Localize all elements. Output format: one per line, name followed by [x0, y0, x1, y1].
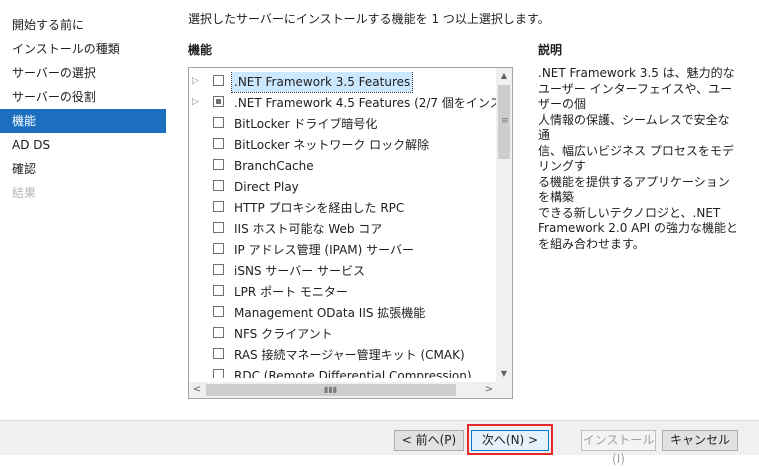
feature-row[interactable]: BitLocker ネットワーク ロック解除 — [189, 135, 497, 155]
feature-checkbox[interactable] — [213, 180, 224, 191]
feature-label: iSNS サーバー サービス — [234, 264, 366, 278]
feature-checkbox[interactable] — [213, 222, 224, 233]
feature-label: HTTP プロキシを経由した RPC — [234, 201, 405, 215]
scroll-left-arrow-icon[interactable]: < — [189, 382, 205, 398]
features-rows: ▷ .NET Framework 3.5 Features ▷ .NET Framew… — [189, 72, 497, 378]
horizontal-scrollbar[interactable]: < ▮▮▮ > — [189, 382, 497, 398]
feature-label: IP アドレス管理 (IPAM) サーバー — [234, 243, 415, 257]
scroll-right-arrow-icon[interactable]: > — [481, 382, 497, 398]
feature-label: .NET Framework 3.5 Features — [230, 72, 414, 93]
scrollbar-corner — [496, 382, 512, 398]
nav-item-installation-type[interactable]: インストールの種類 — [0, 37, 166, 61]
feature-label: IIS ホスト可能な Web コア — [234, 222, 383, 236]
feature-checkbox[interactable] — [213, 201, 224, 212]
feature-label: BitLocker ネットワーク ロック解除 — [234, 138, 430, 152]
feature-label: RAS 接続マネージャー管理キット (CMAK) — [234, 348, 465, 362]
install-button: インストール(I) — [581, 430, 656, 466]
feature-row[interactable]: BranchCache — [189, 156, 497, 176]
grip-icon: ▮▮▮ — [324, 385, 338, 394]
feature-row[interactable]: RAS 接続マネージャー管理キット (CMAK) — [189, 345, 497, 365]
feature-label: NFS クライアント — [234, 327, 333, 341]
nav-item-ad-ds[interactable]: AD DS — [0, 133, 166, 157]
feature-row[interactable]: ▷ .NET Framework 3.5 Features — [189, 72, 497, 93]
feature-row[interactable]: NFS クライアント — [189, 324, 497, 344]
scroll-up-arrow-icon[interactable]: ▲ — [496, 68, 512, 84]
next-button[interactable]: 次へ(N) > — [471, 430, 549, 451]
feature-checkbox[interactable] — [213, 264, 224, 275]
feature-row[interactable]: IIS ホスト可能な Web コア — [189, 219, 497, 239]
nav-item-server-roles[interactable]: サーバーの役割 — [0, 85, 166, 109]
description-header: 説明 — [538, 43, 563, 57]
nav-item-before-you-begin[interactable]: 開始する前に — [0, 13, 166, 37]
nav-item-results: 結果 — [12, 186, 37, 200]
feature-checkbox[interactable] — [213, 243, 224, 254]
vertical-scroll-thumb[interactable]: ≡ — [498, 85, 510, 159]
scroll-down-arrow-icon[interactable]: ▼ — [496, 366, 512, 382]
nav-item-features[interactable]: 機能 — [0, 109, 166, 133]
previous-button[interactable]: < 前へ(P) — [394, 430, 464, 451]
feature-checkbox[interactable] — [213, 138, 224, 149]
feature-checkbox[interactable] — [213, 159, 224, 170]
feature-row[interactable]: HTTP プロキシを経由した RPC — [189, 198, 497, 218]
feature-checkbox[interactable] — [213, 327, 224, 338]
feature-row[interactable]: ▷ .NET Framework 4.5 Features (2/7 個をインスト — [189, 93, 497, 113]
feature-row[interactable]: IP アドレス管理 (IPAM) サーバー — [189, 240, 497, 260]
feature-label: LPR ポート モニター — [234, 285, 348, 299]
cancel-button[interactable]: キャンセル — [662, 430, 738, 451]
feature-label: Management OData IIS 拡張機能 — [234, 306, 426, 320]
feature-description: .NET Framework 3.5 は、魅力的な ユーザー インターフェイスや… — [538, 66, 738, 251]
feature-checkbox[interactable] — [213, 369, 224, 378]
feature-checkbox[interactable] — [213, 75, 224, 86]
feature-checkbox[interactable] — [213, 285, 224, 296]
feature-label: .NET Framework 4.5 Features (2/7 個をインスト — [234, 96, 497, 110]
instruction-text: 選択したサーバーにインストールする機能を 1 つ以上選択します。 — [188, 12, 550, 26]
nav-item-confirmation[interactable]: 確認 — [0, 157, 166, 181]
feature-checkbox[interactable] — [213, 306, 224, 317]
feature-checkbox[interactable] — [213, 117, 224, 128]
grip-icon: ≡ — [501, 116, 509, 126]
vertical-scrollbar[interactable]: ▲ ≡ ▼ — [496, 68, 512, 382]
feature-row[interactable]: Management OData IIS 拡張機能 — [189, 303, 497, 323]
expand-triangle-icon[interactable]: ▷ — [192, 76, 200, 86]
feature-label: BitLocker ドライブ暗号化 — [234, 117, 378, 131]
feature-checkbox[interactable] — [213, 96, 224, 107]
feature-label: Direct Play — [234, 180, 299, 194]
horizontal-scroll-thumb[interactable]: ▮▮▮ — [206, 384, 456, 396]
feature-row[interactable]: Direct Play — [189, 177, 497, 197]
feature-row[interactable]: iSNS サーバー サービス — [189, 261, 497, 281]
features-tree-list[interactable]: ▷ .NET Framework 3.5 Features ▷ .NET Framew… — [188, 67, 513, 399]
feature-label: BranchCache — [234, 159, 314, 173]
expand-triangle-icon[interactable]: ▷ — [192, 97, 200, 107]
feature-checkbox[interactable] — [213, 348, 224, 359]
features-header: 機能 — [188, 43, 213, 57]
feature-row[interactable]: RDC (Remote Differential Compression) — [189, 366, 497, 378]
feature-row[interactable]: BitLocker ドライブ暗号化 — [189, 114, 497, 134]
feature-row[interactable]: LPR ポート モニター — [189, 282, 497, 302]
wizard-navigation: 開始する前に インストールの種類 サーバーの選択 サーバーの役割 機能 AD D… — [0, 0, 166, 420]
feature-label: RDC (Remote Differential Compression) — [234, 369, 472, 378]
nav-item-server-selection[interactable]: サーバーの選択 — [0, 61, 166, 85]
